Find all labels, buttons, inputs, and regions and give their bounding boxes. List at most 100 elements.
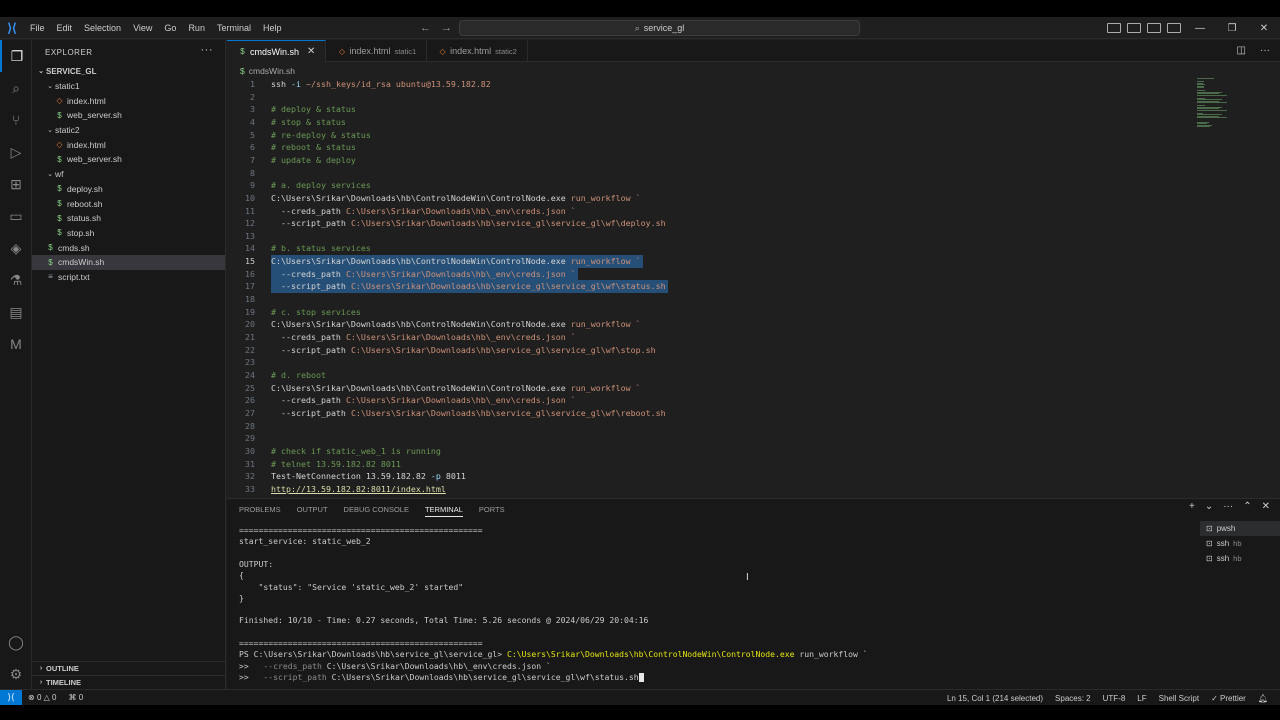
panel-tab-ports[interactable]: PORTS <box>479 503 505 517</box>
code-line[interactable]: 3 # deploy & status <box>227 103 1193 116</box>
cursor-position[interactable]: Ln 15, Col 1 (214 selected) <box>941 694 1049 703</box>
toggle-sidebar-icon[interactable] <box>1107 23 1121 33</box>
code-line[interactable]: 25 C:\Users\Srikar\Downloads\hb\ControlNo… <box>227 382 1193 395</box>
split-editor-icon[interactable]: ◫ <box>1237 45 1246 56</box>
tree-file[interactable]: ◇ index.html <box>32 137 225 152</box>
code-line[interactable]: 26 --creds_path C:\Users\Srikar\Download… <box>227 394 1193 407</box>
code-line[interactable]: 23 <box>227 356 1193 369</box>
notifications-icon[interactable]: 🔔︎ <box>1252 694 1274 703</box>
new-terminal-icon[interactable]: + <box>1189 501 1195 512</box>
code-line[interactable]: 7 # update & deploy <box>227 154 1193 167</box>
minimize-button[interactable]: — <box>1184 23 1216 34</box>
menu-item-go[interactable]: Go <box>158 17 182 39</box>
problems-status[interactable]: ⊗ 0 △ 0 <box>22 693 62 702</box>
maximize-panel-icon[interactable]: ⌃ <box>1243 501 1251 512</box>
code-editor[interactable]: 1 ssh -i ~/ssh_keys/id_rsa ubuntu@13.59.1… <box>227 78 1193 496</box>
ports-status[interactable]: ⌘ 0 <box>62 693 89 702</box>
code-line[interactable]: 28 <box>227 420 1193 433</box>
menu-item-help[interactable]: Help <box>257 17 288 39</box>
more-actions-icon[interactable]: ··· <box>201 44 214 56</box>
timeline-section[interactable]: › TIMELINE <box>32 675 226 689</box>
minimap[interactable] <box>1193 78 1273 138</box>
close-panel-icon[interactable]: ✕ <box>1262 501 1270 512</box>
terminal-instance[interactable]: ⊡ ssh hb <box>1200 536 1280 551</box>
editor-tab[interactable]: $ cmdsWin.sh ✕ <box>227 40 327 62</box>
terminal-output[interactable]: ========================================… <box>239 525 1189 690</box>
code-line[interactable]: 19 # c. stop services <box>227 306 1193 319</box>
menu-item-run[interactable]: Run <box>182 17 211 39</box>
code-line[interactable]: 11 --creds_path C:\Users\Srikar\Download… <box>227 205 1193 218</box>
tree-folder[interactable]: ⌄ wf <box>32 167 225 182</box>
code-line[interactable]: 29 <box>227 432 1193 445</box>
settings-gear-icon[interactable]: ⚙ <box>0 658 32 690</box>
docker-icon[interactable]: ◈ <box>0 232 32 264</box>
code-line[interactable]: 2 <box>227 91 1193 104</box>
toggle-panel-icon[interactable] <box>1127 23 1141 33</box>
outline-section[interactable]: › OUTLINE <box>32 661 226 675</box>
run-debug-icon[interactable]: ▷ <box>0 136 32 168</box>
remote-explorer-icon[interactable]: ▭ <box>0 200 32 232</box>
panel-tab-debug-console[interactable]: DEBUG CONSOLE <box>344 503 409 517</box>
maximize-button[interactable]: ❐ <box>1216 23 1248 34</box>
more-panel-actions-icon[interactable]: ··· <box>1223 501 1233 512</box>
tree-file[interactable]: $ web_server.sh <box>32 152 225 167</box>
menu-item-selection[interactable]: Selection <box>78 17 127 39</box>
tree-file[interactable]: $ cmds.sh <box>32 240 225 255</box>
chevron-down-icon[interactable]: ⌄ <box>1205 501 1213 512</box>
code-line[interactable]: 17 --script_path C:\Users\Srikar\Downloa… <box>227 280 1193 293</box>
code-line[interactable]: 13 <box>227 230 1193 243</box>
menu-item-edit[interactable]: Edit <box>51 17 79 39</box>
tree-folder[interactable]: ⌄ static2 <box>32 123 225 138</box>
code-line[interactable]: 33 http://13.59.182.82:8011/index.html <box>227 483 1193 496</box>
database-icon[interactable]: ▤ <box>0 296 32 328</box>
testing-icon[interactable]: ⚗ <box>0 264 32 296</box>
prettier-status[interactable]: ✓ Prettier <box>1205 694 1252 703</box>
indentation[interactable]: Spaces: 2 <box>1049 694 1097 703</box>
workspace-root[interactable]: ⌄ SERVICE_GL <box>32 64 225 79</box>
tree-file[interactable]: $ status.sh <box>32 211 225 226</box>
remote-indicator-icon[interactable]: ⟩⟨ <box>0 689 22 706</box>
code-line[interactable]: 5 # re-deploy & status <box>227 129 1193 142</box>
tree-folder[interactable]: ⌄ static1 <box>32 79 225 94</box>
menu-item-file[interactable]: File <box>24 17 51 39</box>
terminal-instance[interactable]: ⊡ ssh hb <box>1200 551 1280 566</box>
code-line[interactable]: 14 # b. status services <box>227 242 1193 255</box>
panel-tab-output[interactable]: OUTPUT <box>297 503 328 517</box>
code-line[interactable]: 27 --script_path C:\Users\Srikar\Downloa… <box>227 407 1193 420</box>
code-line[interactable]: 15 C:\Users\Srikar\Downloads\hb\ControlNo… <box>227 255 1193 268</box>
close-tab-icon[interactable]: ✕ <box>307 46 315 57</box>
editor-tab[interactable]: ◇ index.html static2 <box>427 40 528 62</box>
code-line[interactable]: 10 C:\Users\Srikar\Downloads\hb\ControlNo… <box>227 192 1193 205</box>
end-of-line[interactable]: LF <box>1131 694 1152 703</box>
tree-file[interactable]: ◇ index.html <box>32 93 225 108</box>
panel-tab-terminal[interactable]: TERMINAL <box>424 503 463 517</box>
close-window-button[interactable]: ✕ <box>1248 23 1280 34</box>
code-line[interactable]: 21 --creds_path C:\Users\Srikar\Download… <box>227 331 1193 344</box>
code-line[interactable]: 4 # stop & status <box>227 116 1193 129</box>
command-center[interactable]: ⌕ service_gl <box>459 20 860 36</box>
menu-item-view[interactable]: View <box>127 17 158 39</box>
code-line[interactable]: 8 <box>227 167 1193 180</box>
tree-file[interactable]: $ reboot.sh <box>32 196 225 211</box>
code-line[interactable]: 32 Test-NetConnection 13.59.182.82 -p 801… <box>227 470 1193 483</box>
code-line[interactable]: 22 --script_path C:\Users\Srikar\Downloa… <box>227 344 1193 357</box>
code-line[interactable]: 24 # d. reboot <box>227 369 1193 382</box>
tree-file[interactable]: $ cmdsWin.sh <box>32 254 225 270</box>
tree-file[interactable]: $ stop.sh <box>32 226 225 241</box>
forward-arrow-icon[interactable]: → <box>441 22 452 34</box>
code-line[interactable]: 18 <box>227 293 1193 306</box>
more-editor-actions-icon[interactable]: ··· <box>1260 45 1270 56</box>
language-mode[interactable]: Shell Script <box>1153 694 1205 703</box>
extensions-icon[interactable]: ⊞ <box>0 168 32 200</box>
customize-layout-icon[interactable] <box>1167 23 1181 33</box>
toggle-secondary-sidebar-icon[interactable] <box>1147 23 1161 33</box>
account-icon[interactable]: ◯ <box>0 626 32 658</box>
code-line[interactable]: 12 --script_path C:\Users\Srikar\Downloa… <box>227 217 1193 230</box>
search-view-icon[interactable]: ⌕ <box>0 72 32 104</box>
markdown-icon[interactable]: M <box>0 328 32 360</box>
tree-file[interactable]: $ web_server.sh <box>32 108 225 123</box>
breadcrumb[interactable]: $ cmdsWin.sh <box>240 64 295 78</box>
code-line[interactable]: 6 # reboot & status <box>227 141 1193 154</box>
editor-scrollbar[interactable] <box>1272 78 1280 496</box>
source-control-icon[interactable]: ⑂ <box>0 104 32 136</box>
